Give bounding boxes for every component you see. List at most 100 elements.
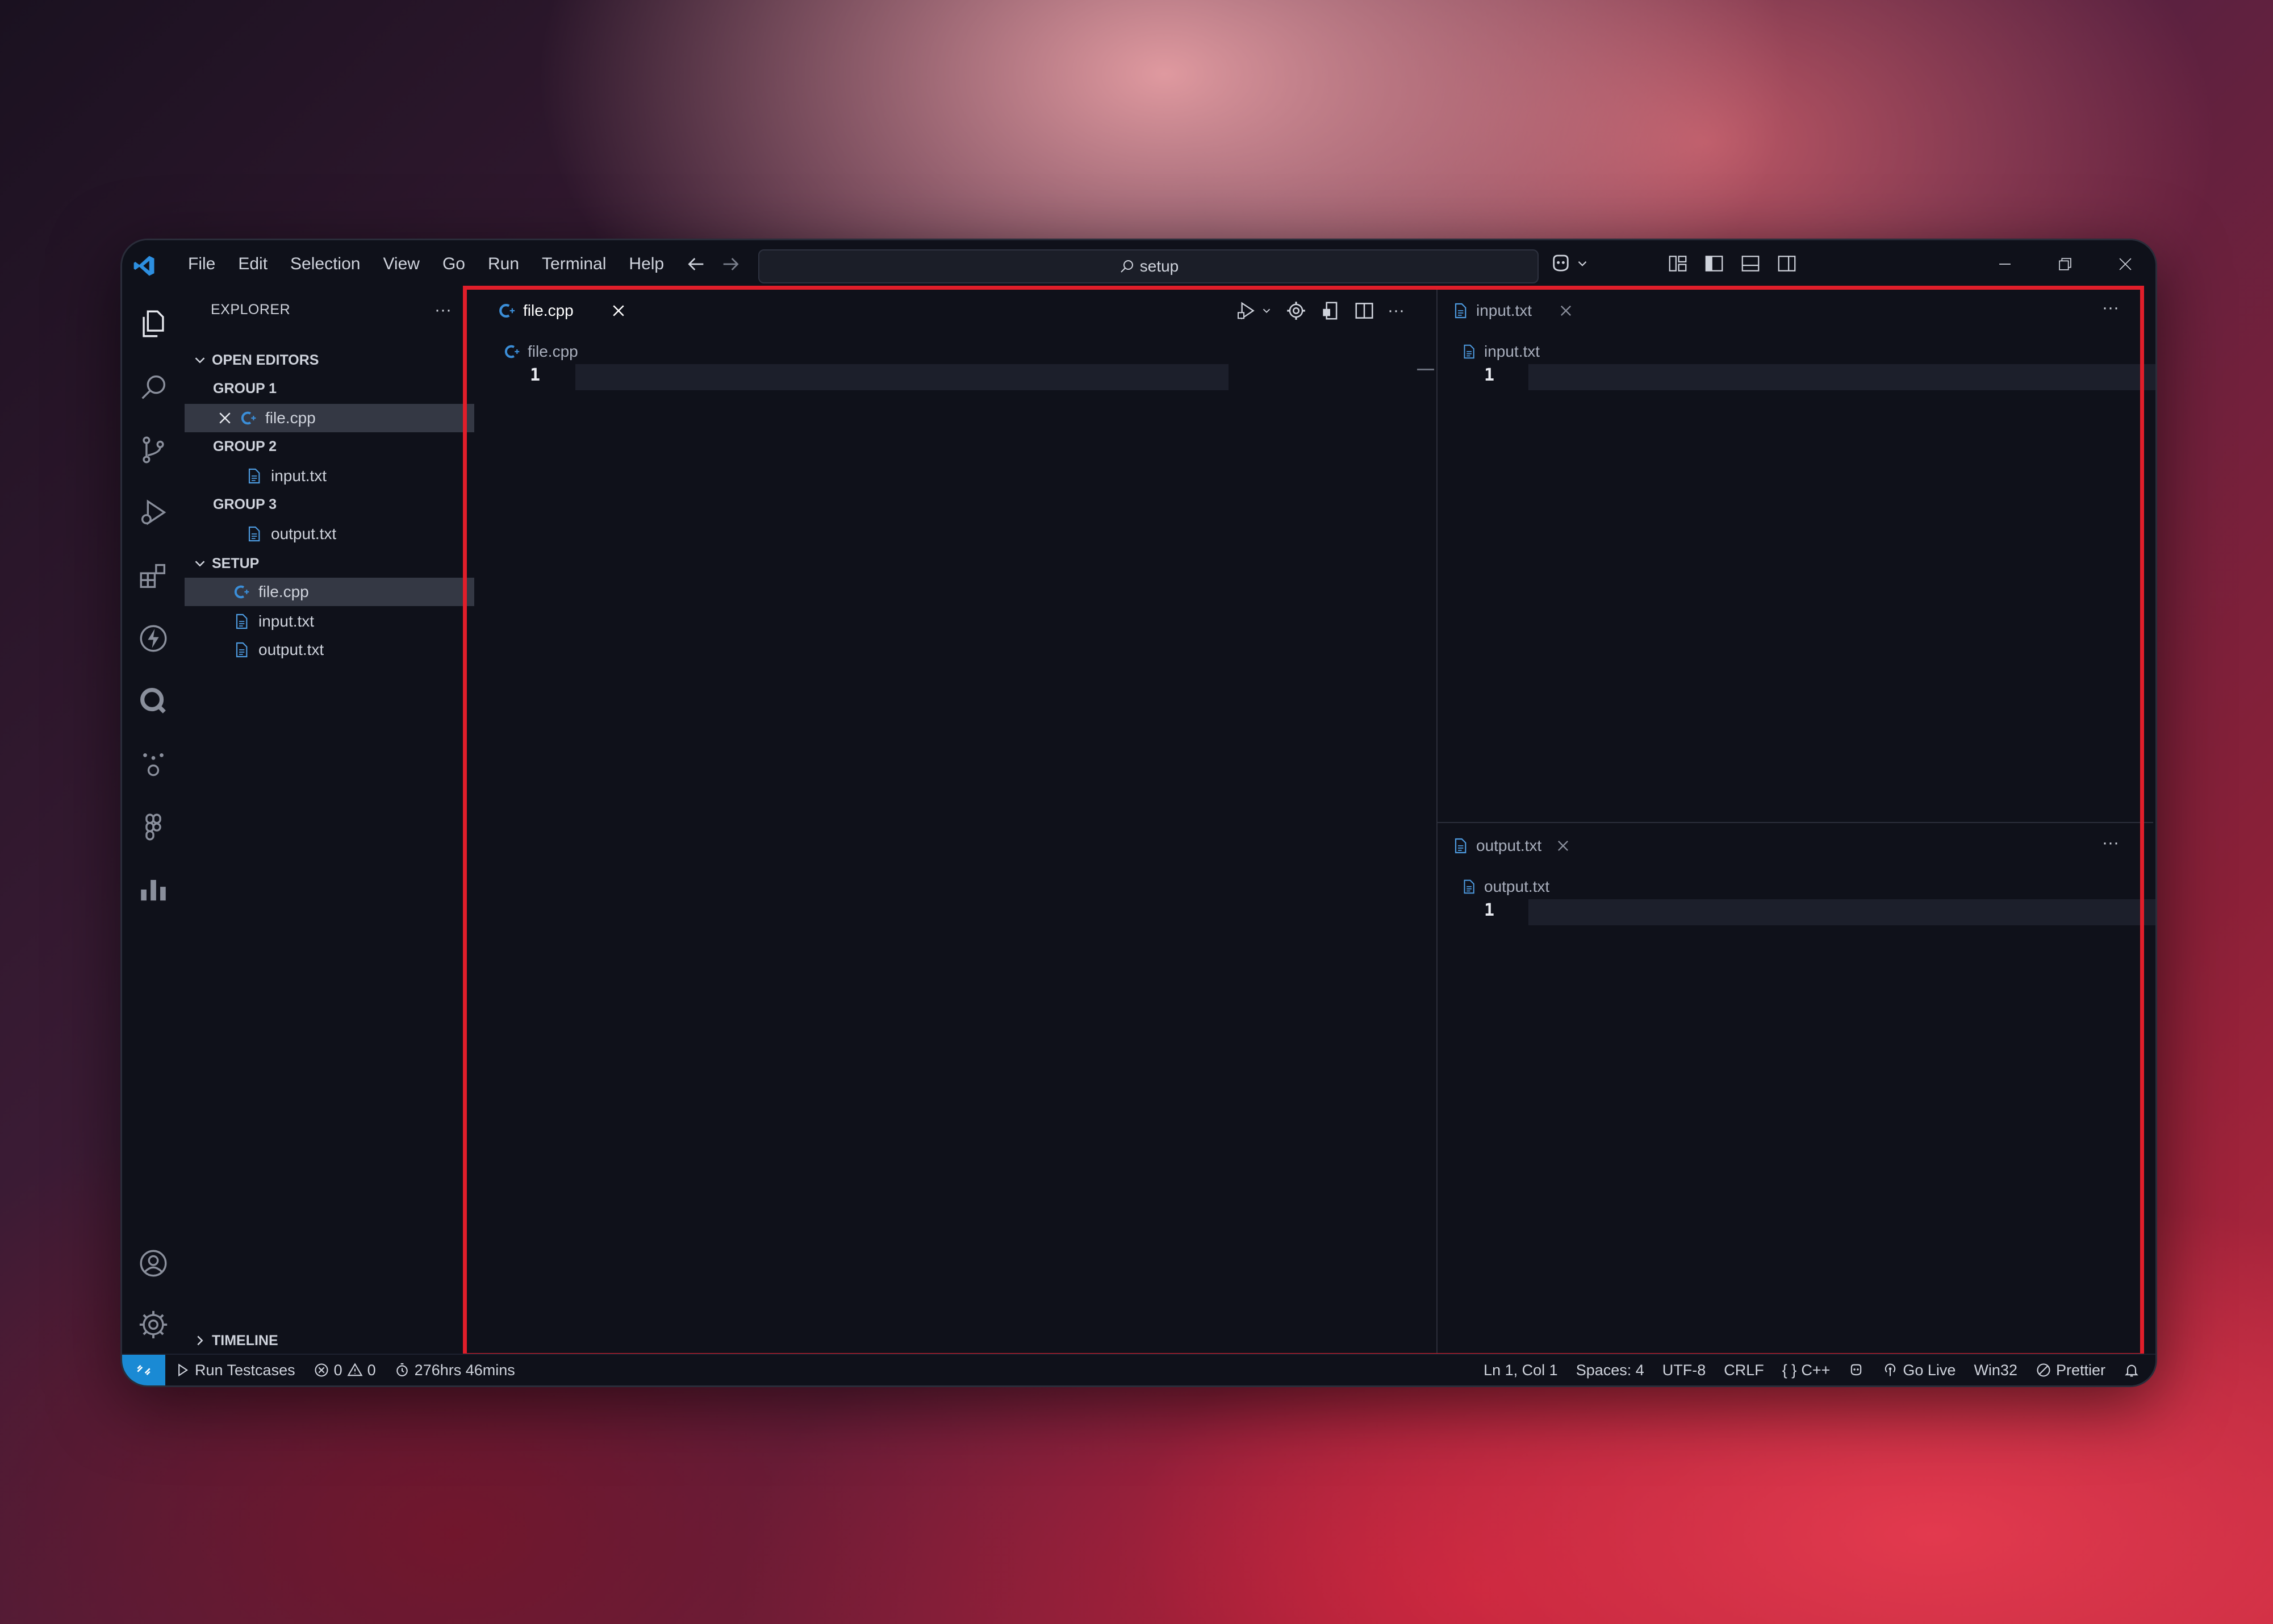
chevron-down-icon: [1578, 261, 1587, 266]
time-tracker[interactable]: 276hrs 46mins: [385, 1362, 524, 1379]
platform-indicator[interactable]: Win32: [1965, 1362, 2027, 1379]
indentation[interactable]: Spaces: 4: [1567, 1362, 1653, 1379]
breadcrumb-file[interactable]: input.txt: [1484, 343, 1540, 361]
notifications-button[interactable]: [2115, 1362, 2155, 1378]
competitive-activity[interactable]: [136, 746, 171, 781]
editor-actions: ···: [1235, 299, 1405, 322]
explorer-activity[interactable]: [136, 306, 171, 341]
more-actions-button[interactable]: ···: [2102, 833, 2119, 853]
language-label: C++: [1801, 1361, 1831, 1379]
split-editor-icon[interactable]: [1353, 300, 1375, 322]
copilot-icon: [1851, 1364, 1862, 1376]
play-icon: [178, 1363, 189, 1377]
menu-file[interactable]: File: [177, 240, 227, 288]
text-file-icon: [236, 613, 248, 629]
toggle-primary-sidebar-icon[interactable]: [1703, 253, 1725, 274]
status-bar-right: Ln 1, Col 1 Spaces: 4 UTF-8 CRLF { } C++…: [1474, 1355, 2155, 1385]
timeline-section[interactable]: TIMELINE: [185, 1326, 474, 1355]
close-icon[interactable]: [1558, 303, 1574, 319]
close-icon[interactable]: [610, 302, 627, 319]
breadcrumb-file[interactable]: file.cpp: [528, 343, 578, 361]
minimize-button[interactable]: [1975, 240, 2035, 288]
breadcrumb: output.txt: [1460, 878, 1549, 896]
file-tree-item-output-txt[interactable]: output.txt: [185, 636, 474, 664]
search-activity[interactable]: [136, 370, 171, 405]
run-testcases-button[interactable]: Run Testcases: [165, 1362, 304, 1379]
menu-go[interactable]: Go: [431, 240, 477, 288]
setup-folder-section[interactable]: SETUP: [185, 549, 474, 578]
file-tree-item-file-cpp[interactable]: file.cpp: [185, 578, 474, 606]
end-of-line[interactable]: CRLF: [1715, 1362, 1773, 1379]
more-actions-button[interactable]: ···: [2102, 298, 2119, 318]
toggle-secondary-sidebar-icon[interactable]: [1776, 253, 1798, 274]
go-live-button[interactable]: Go Live: [1873, 1362, 1965, 1379]
run-code-icon[interactable]: [1235, 299, 1258, 322]
extensions-icon: [140, 563, 166, 588]
explorer-more-button[interactable]: ···: [434, 300, 452, 320]
toggle-panel-icon[interactable]: [1740, 253, 1761, 274]
prettier-status[interactable]: Prettier: [2027, 1362, 2115, 1379]
quokka-activity[interactable]: [136, 683, 171, 719]
close-window-button[interactable]: [2095, 240, 2155, 288]
prettier-label: Prettier: [2055, 1361, 2105, 1379]
stats-activity[interactable]: [136, 872, 171, 907]
current-line-highlight[interactable]: [1528, 364, 2155, 390]
breadcrumb: input.txt: [1460, 343, 1540, 361]
open-editors-section[interactable]: OPEN EDITORS: [185, 346, 474, 374]
accounts-activity[interactable]: [136, 1246, 171, 1281]
warning-icon: [347, 1363, 363, 1376]
menu-run[interactable]: Run: [477, 240, 530, 288]
menu-terminal[interactable]: Terminal: [530, 240, 617, 288]
tab-output-txt[interactable]: output.txt: [1451, 823, 1571, 869]
cursor-position[interactable]: Ln 1, Col 1: [1474, 1362, 1567, 1379]
customize-layout-icon[interactable]: [1667, 253, 1689, 274]
gear-icon[interactable]: [1285, 300, 1307, 322]
explorer-title: EXPLORER: [211, 302, 291, 318]
command-center-search[interactable]: setup: [758, 249, 1539, 283]
menu-view[interactable]: View: [371, 240, 431, 288]
group-3-row[interactable]: GROUP 3: [185, 490, 474, 519]
current-line-highlight[interactable]: [575, 364, 1229, 390]
scrollbar-marker: [1417, 369, 1434, 370]
figma-activity[interactable]: [136, 809, 171, 845]
open-editor-output-txt[interactable]: output.txt: [185, 520, 474, 548]
menu-help[interactable]: Help: [617, 240, 675, 288]
group-1-row[interactable]: GROUP 1: [185, 374, 474, 403]
editor-group-2: input.txt ··· input.txt 1: [1438, 288, 2155, 822]
manage-activity[interactable]: [136, 1307, 171, 1342]
encoding[interactable]: UTF-8: [1653, 1362, 1715, 1379]
copilot-status[interactable]: [1839, 1362, 1873, 1378]
forward-arrow-icon[interactable]: [720, 253, 742, 275]
open-preview-icon[interactable]: [1319, 300, 1341, 322]
chevron-down-icon[interactable]: [1260, 304, 1273, 317]
copilot-menu[interactable]: [1549, 252, 1590, 275]
file-tree-item-input-txt[interactable]: input.txt: [185, 607, 474, 636]
group-2-row[interactable]: GROUP 2: [185, 432, 474, 461]
activity-bar: [122, 288, 185, 1355]
close-icon[interactable]: [216, 410, 233, 427]
close-icon[interactable]: [1555, 838, 1571, 854]
current-line-highlight[interactable]: [1528, 899, 2155, 925]
back-arrow-icon[interactable]: [684, 253, 707, 275]
tab-file-cpp[interactable]: file.cpp: [497, 288, 645, 333]
breadcrumb-file[interactable]: output.txt: [1484, 878, 1549, 896]
open-editor-file-cpp[interactable]: file.cpp: [185, 404, 474, 432]
tab-input-txt[interactable]: input.txt: [1451, 288, 1574, 333]
menu-edit[interactable]: Edit: [227, 240, 279, 288]
problems-indicator[interactable]: 0 0: [304, 1362, 385, 1379]
more-actions-button[interactable]: ···: [1388, 301, 1405, 320]
search-icon: [1121, 260, 1133, 273]
open-editor-label: file.cpp: [265, 409, 316, 427]
navigation-arrows: [684, 253, 742, 275]
editor-group-3: output.txt ··· output.txt 1: [1438, 823, 2155, 1354]
restore-button[interactable]: [2035, 240, 2095, 288]
open-editor-input-txt[interactable]: input.txt: [185, 462, 474, 490]
source-control-activity[interactable]: [136, 432, 171, 467]
remote-indicator[interactable]: [122, 1355, 165, 1385]
language-mode[interactable]: { } C++: [1773, 1362, 1840, 1379]
menu-selection[interactable]: Selection: [279, 240, 371, 288]
vscode-logo-icon: [133, 256, 154, 276]
extensions-activity[interactable]: [136, 558, 171, 594]
thunder-activity[interactable]: [136, 621, 171, 656]
run-debug-activity[interactable]: [136, 495, 171, 530]
